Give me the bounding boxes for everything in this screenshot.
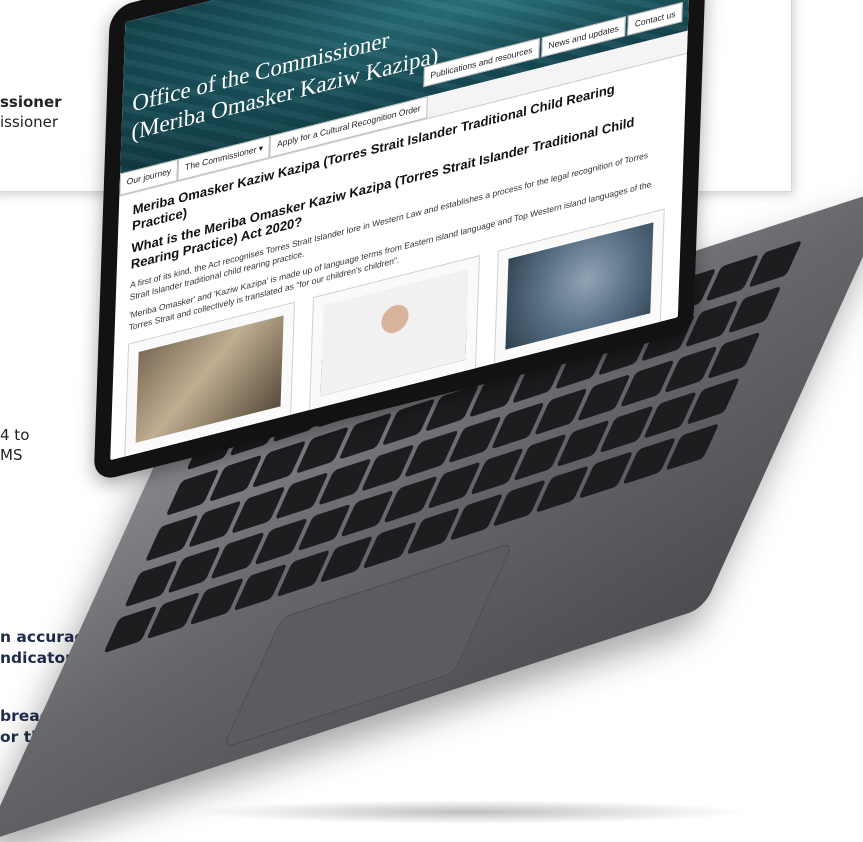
key[interactable] — [362, 521, 417, 570]
laptop: 🔍 Office of the Commissioner (Meriba Oma… — [0, 0, 863, 842]
key[interactable] — [535, 465, 590, 513]
key[interactable] — [146, 591, 201, 640]
key[interactable] — [748, 240, 803, 288]
hands-photo — [505, 222, 654, 350]
key[interactable] — [685, 377, 741, 426]
key[interactable] — [449, 493, 504, 541]
key[interactable] — [405, 507, 460, 555]
card-link-our-journey[interactable]: Our journey — [135, 443, 198, 460]
commissioner-photo — [320, 268, 469, 397]
key[interactable] — [232, 563, 288, 612]
key[interactable] — [319, 535, 374, 584]
key[interactable] — [727, 285, 782, 334]
key[interactable] — [276, 549, 331, 598]
key[interactable] — [103, 605, 158, 654]
key[interactable] — [706, 331, 761, 380]
key[interactable] — [578, 451, 633, 499]
key[interactable] — [621, 437, 677, 485]
key[interactable] — [665, 423, 720, 471]
historic-photo — [135, 315, 284, 443]
key[interactable] — [189, 577, 244, 626]
laptop-shadow — [190, 800, 750, 824]
key[interactable] — [492, 479, 547, 527]
